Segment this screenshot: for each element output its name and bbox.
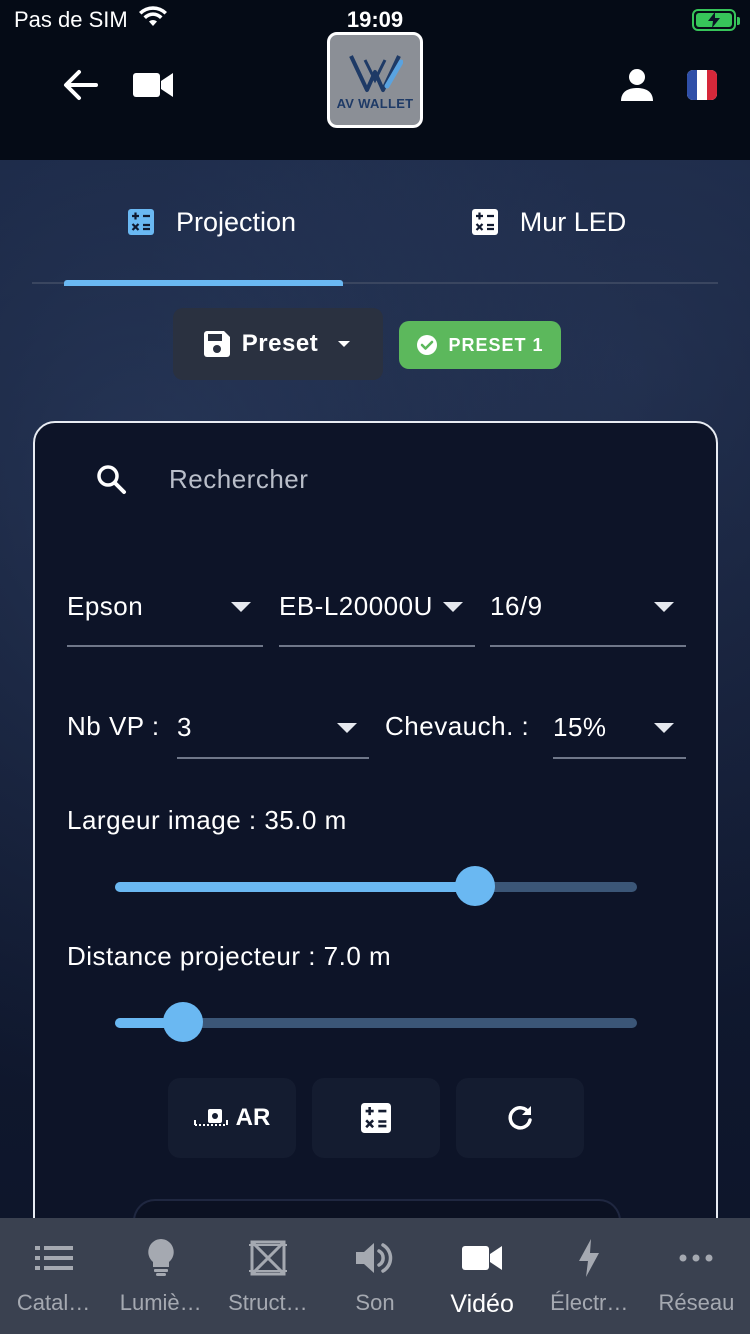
app-header: AV WALLET	[0, 32, 750, 160]
calculator-icon	[361, 1103, 391, 1133]
caret-down-icon	[231, 602, 251, 612]
more-icon	[679, 1254, 713, 1262]
result-panel-top	[133, 1199, 621, 1218]
nav-structure[interactable]: Struct…	[214, 1218, 321, 1334]
user-icon	[621, 69, 653, 101]
calculator-icon	[127, 209, 154, 235]
nb-vp-value: 3	[177, 712, 192, 743]
nav-label: Lumiè…	[119, 1290, 202, 1315]
truss-icon	[248, 1240, 287, 1276]
slider-thumb[interactable]	[455, 866, 496, 906]
ar-measure-icon	[193, 1109, 228, 1126]
profile-button[interactable]	[612, 60, 662, 110]
search-bar	[95, 463, 589, 495]
calculate-button[interactable]	[312, 1078, 440, 1158]
ratio-select[interactable]: 16/9	[490, 569, 686, 647]
nav-electricite[interactable]: Électr…	[536, 1218, 643, 1334]
image-width-label: Largeur image : 35.0 m	[67, 805, 347, 835]
image-width-slider[interactable]	[115, 866, 637, 906]
back-button[interactable]	[55, 60, 105, 110]
projector-distance-slider[interactable]	[115, 1002, 637, 1042]
video-button[interactable]	[128, 60, 178, 110]
nav-catalogue[interactable]: Catal…	[0, 1218, 107, 1334]
app-logo[interactable]: AV WALLET	[327, 32, 423, 128]
slider-fill	[115, 882, 476, 892]
projection-card: Epson EB-L20000U 16/9 Nb VP : 3 Chevauch…	[33, 421, 718, 1218]
nav-label: Son	[355, 1290, 395, 1315]
overlap-select[interactable]: 15%	[553, 699, 686, 759]
caret-down-icon	[337, 723, 357, 733]
reset-button[interactable]	[456, 1078, 584, 1158]
status-right	[692, 9, 740, 31]
tab-indicator	[64, 280, 343, 286]
nav-label: Vidéo	[450, 1290, 514, 1318]
tab-projection[interactable]: Projection	[112, 160, 312, 284]
battery-icon	[692, 9, 740, 31]
ar-button-label: AR	[235, 1104, 271, 1131]
preset-badge-label: PRESET 1	[448, 334, 544, 355]
search-input[interactable]	[169, 463, 589, 495]
nav-lumiere[interactable]: Lumiè…	[107, 1218, 214, 1334]
ar-button[interactable]: AR	[168, 1078, 296, 1158]
nav-son[interactable]: Son	[321, 1218, 428, 1334]
search-icon	[97, 465, 126, 494]
video-camera-icon	[133, 73, 173, 97]
logo-text: AV WALLET	[336, 95, 414, 111]
tab-mur-led[interactable]: Mur LED	[464, 160, 634, 284]
tab-bar: Projection Mur LED	[32, 160, 718, 286]
slider-thumb[interactable]	[162, 1002, 203, 1042]
language-button[interactable]	[677, 60, 727, 110]
preset-dropdown-button[interactable]: Preset	[173, 308, 383, 380]
arrow-left-icon	[64, 70, 98, 100]
tab-mur-led-label: Mur LED	[519, 206, 627, 237]
caret-down-icon	[654, 723, 674, 733]
nav-label: Électr…	[550, 1290, 629, 1315]
nb-vp-select[interactable]: 3	[177, 699, 369, 759]
nav-label: Réseau	[658, 1290, 735, 1315]
check-circle-icon	[417, 335, 438, 355]
nav-label: Struct…	[228, 1290, 308, 1315]
preset-button-label: Preset	[241, 330, 319, 357]
brand-value: Epson	[67, 591, 144, 622]
calculator-icon	[471, 209, 498, 235]
brand-select[interactable]: Epson	[67, 569, 263, 647]
charging-icon	[708, 12, 720, 28]
video-camera-icon	[462, 1246, 503, 1270]
tab-projection-label: Projection	[175, 206, 297, 237]
bottom-nav: Catal… Lumiè… Struct… Son Vidéo Électr… …	[0, 1218, 750, 1334]
nav-reseau[interactable]: Réseau	[643, 1218, 750, 1334]
model-select[interactable]: EB-L20000U	[279, 569, 475, 647]
status-left: Pas de SIM	[14, 6, 314, 34]
caret-down-icon	[654, 602, 674, 612]
ratio-value: 16/9	[490, 591, 543, 622]
refresh-icon	[508, 1106, 532, 1130]
nav-video[interactable]: Vidéo	[429, 1218, 536, 1334]
preset-status-badge[interactable]: PRESET 1	[399, 321, 561, 369]
save-icon	[203, 331, 230, 357]
french-flag-icon	[687, 70, 717, 100]
caret-down-icon	[338, 341, 351, 347]
overlap-value: 15%	[553, 712, 607, 743]
main-content: Projection Mur LED Preset PRESET 1 Reche…	[0, 160, 750, 1218]
wifi-icon	[138, 6, 168, 34]
lightning-icon	[579, 1239, 600, 1277]
nb-vp-label: Nb VP :	[67, 711, 160, 741]
speaker-icon	[355, 1243, 393, 1273]
projector-distance-label: Distance projecteur : 7.0 m	[67, 941, 392, 971]
logo-mark-icon	[349, 54, 403, 92]
caret-down-icon	[443, 602, 463, 612]
list-icon	[34, 1246, 73, 1270]
carrier-label: Pas de SIM	[14, 7, 128, 32]
model-value: EB-L20000U	[279, 591, 433, 622]
overlap-label: Chevauch. :	[385, 711, 530, 741]
lightbulb-icon	[148, 1239, 174, 1276]
nav-label: Catal…	[16, 1290, 91, 1315]
